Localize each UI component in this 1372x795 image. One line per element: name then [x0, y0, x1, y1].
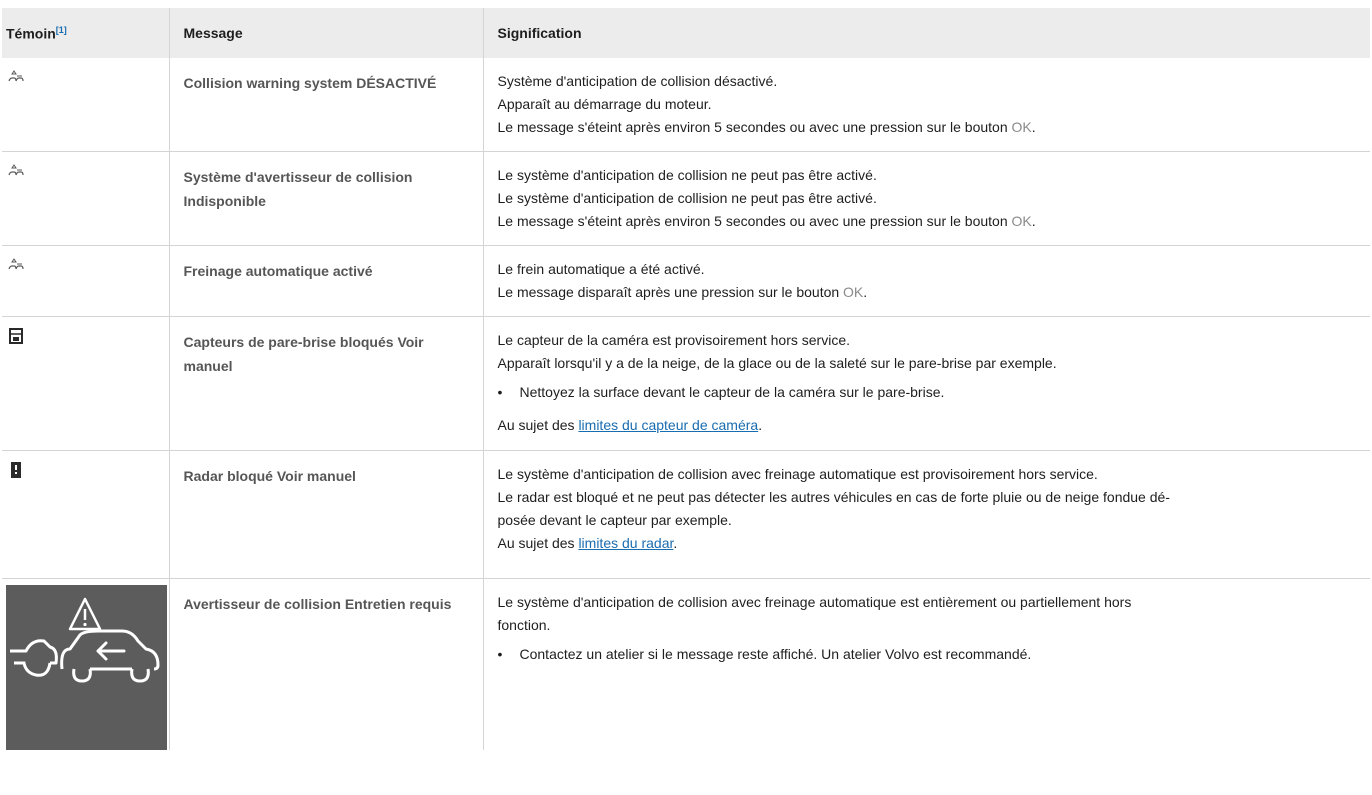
description-line: Le message s'éteint après environ 5 seco… — [498, 116, 1357, 139]
icon-cell — [2, 151, 169, 246]
table-header-row: Témoin[1] Message Signification — [2, 8, 1370, 58]
reference-line: Au sujet des limites du radar. — [498, 532, 1357, 555]
bullet-text: Contactez un atelier si le message reste… — [519, 646, 1032, 662]
ok-button-label: OK — [1011, 119, 1032, 135]
bullet-item: • Contactez un atelier si le message rest… — [498, 643, 1357, 666]
signification-cell: Le capteur de la caméra est provisoireme… — [482, 316, 1370, 451]
message-cell: Radar bloqué Voir manuel — [168, 450, 483, 579]
icon-cell — [2, 58, 169, 152]
header-temoin: Témoin[1] — [2, 8, 169, 58]
description-line: Apparaît au démarrage du moteur. — [497, 96, 712, 112]
description-line: Le système d'anticipation de collision a… — [497, 594, 1132, 610]
punctuation: . — [758, 417, 763, 433]
punctuation: . — [1031, 213, 1036, 229]
collision-service-icon-graphic — [10, 597, 160, 683]
ok-button-label: OK — [1011, 213, 1032, 229]
description-line: Le frein automatique a été activé. — [497, 261, 705, 277]
reference-prefix: Au sujet des — [497, 417, 579, 433]
punctuation: . — [1031, 119, 1036, 135]
icon-cell — [2, 450, 169, 579]
radar-icon — [11, 462, 21, 478]
table-row: Radar bloqué Voir manuel Le système d'an… — [2, 450, 1370, 579]
ok-button-label: OK — [843, 284, 864, 300]
collision-warning-icon — [8, 69, 24, 85]
reference-line: Au sujet des limites du capteur de camér… — [498, 414, 1357, 437]
description-line: Système d'anticipation de collision désa… — [497, 73, 778, 89]
table-row: Capteurs de pare-brise bloqués Voir manu… — [2, 316, 1370, 451]
description-line: posée devant le capteur par exemple. — [497, 512, 732, 528]
message-cell: Freinage automatique activé — [168, 245, 483, 317]
table-row: Collision warning system DÉSACTIVÉ Systè… — [2, 58, 1370, 152]
table-row: Freinage automatique activé Le frein aut… — [2, 245, 1370, 317]
icon-cell — [2, 316, 169, 451]
message-cell: Avertisseur de collision Entretien requi… — [168, 578, 483, 750]
bullet-dot-icon: • — [497, 384, 503, 400]
signification-cell: Le système d'anticipation de collision a… — [482, 578, 1370, 750]
message-cell: Capteurs de pare-brise bloqués Voir manu… — [168, 316, 483, 451]
header-message: Message — [168, 8, 483, 58]
reference-prefix: Au sujet des — [497, 535, 579, 551]
bullet-item: • Nettoyez la surface devant le capteur d… — [498, 381, 1357, 404]
windscreen-sensor-icon — [9, 328, 23, 344]
signification-cell: Le frein automatique a été activé. Le me… — [482, 245, 1370, 317]
signification-cell: Le système d'anticipation de collision a… — [482, 450, 1370, 579]
bullet-text: Nettoyez la surface devant le capteur de… — [519, 384, 945, 400]
icon-cell — [2, 579, 169, 750]
description-line: fonction. — [497, 617, 551, 633]
icon-cell — [2, 245, 169, 317]
message-cell: Collision warning system DÉSACTIVÉ — [168, 58, 483, 152]
radar-limits-link[interactable]: limites du radar — [578, 535, 673, 551]
footnote-link[interactable]: [1] — [56, 25, 67, 35]
collision-service-icon — [6, 585, 167, 750]
bullet-dot-icon: • — [497, 646, 503, 662]
collision-warning-icon — [8, 258, 24, 270]
header-temoin-label: Témoin — [6, 25, 56, 42]
description-line: Le système d'anticipation de collision n… — [497, 190, 877, 206]
table-row: Avertisseur de collision Entretien requi… — [2, 578, 1370, 750]
description-text: Le message s'éteint après environ 5 seco… — [497, 119, 1012, 135]
description-line: Le système d'anticipation de collision a… — [497, 466, 1098, 482]
table-row: Système d'avertisseur de collision Indis… — [2, 151, 1370, 246]
description-text: Le message s'éteint après environ 5 seco… — [497, 213, 1012, 229]
description-text: Le message disparaît après une pression … — [497, 284, 844, 300]
message-cell: Système d'avertisseur de collision Indis… — [168, 151, 483, 246]
description-line: Le message s'éteint après environ 5 seco… — [498, 210, 1357, 233]
collision-warning-icon — [8, 164, 24, 176]
punctuation: . — [863, 284, 868, 300]
description-line: Le radar est bloqué et ne peut pas détec… — [497, 489, 1170, 505]
header-signification: Signification — [482, 8, 1370, 58]
description-line: Le capteur de la caméra est provisoireme… — [497, 332, 851, 348]
signification-cell: Système d'anticipation de collision désa… — [482, 58, 1370, 152]
camera-limits-link[interactable]: limites du capteur de caméra — [578, 417, 758, 433]
signification-cell: Le système d'anticipation de collision n… — [482, 151, 1370, 246]
warning-messages-table: Témoin[1] Message Signification Collisio… — [2, 8, 1370, 750]
punctuation: . — [673, 535, 678, 551]
description-line: Le message disparaît après une pression … — [498, 281, 1357, 304]
description-line: Apparaît lorsqu'il y a de la neige, de l… — [497, 355, 1057, 371]
description-line: Le système d'anticipation de collision n… — [497, 167, 877, 183]
